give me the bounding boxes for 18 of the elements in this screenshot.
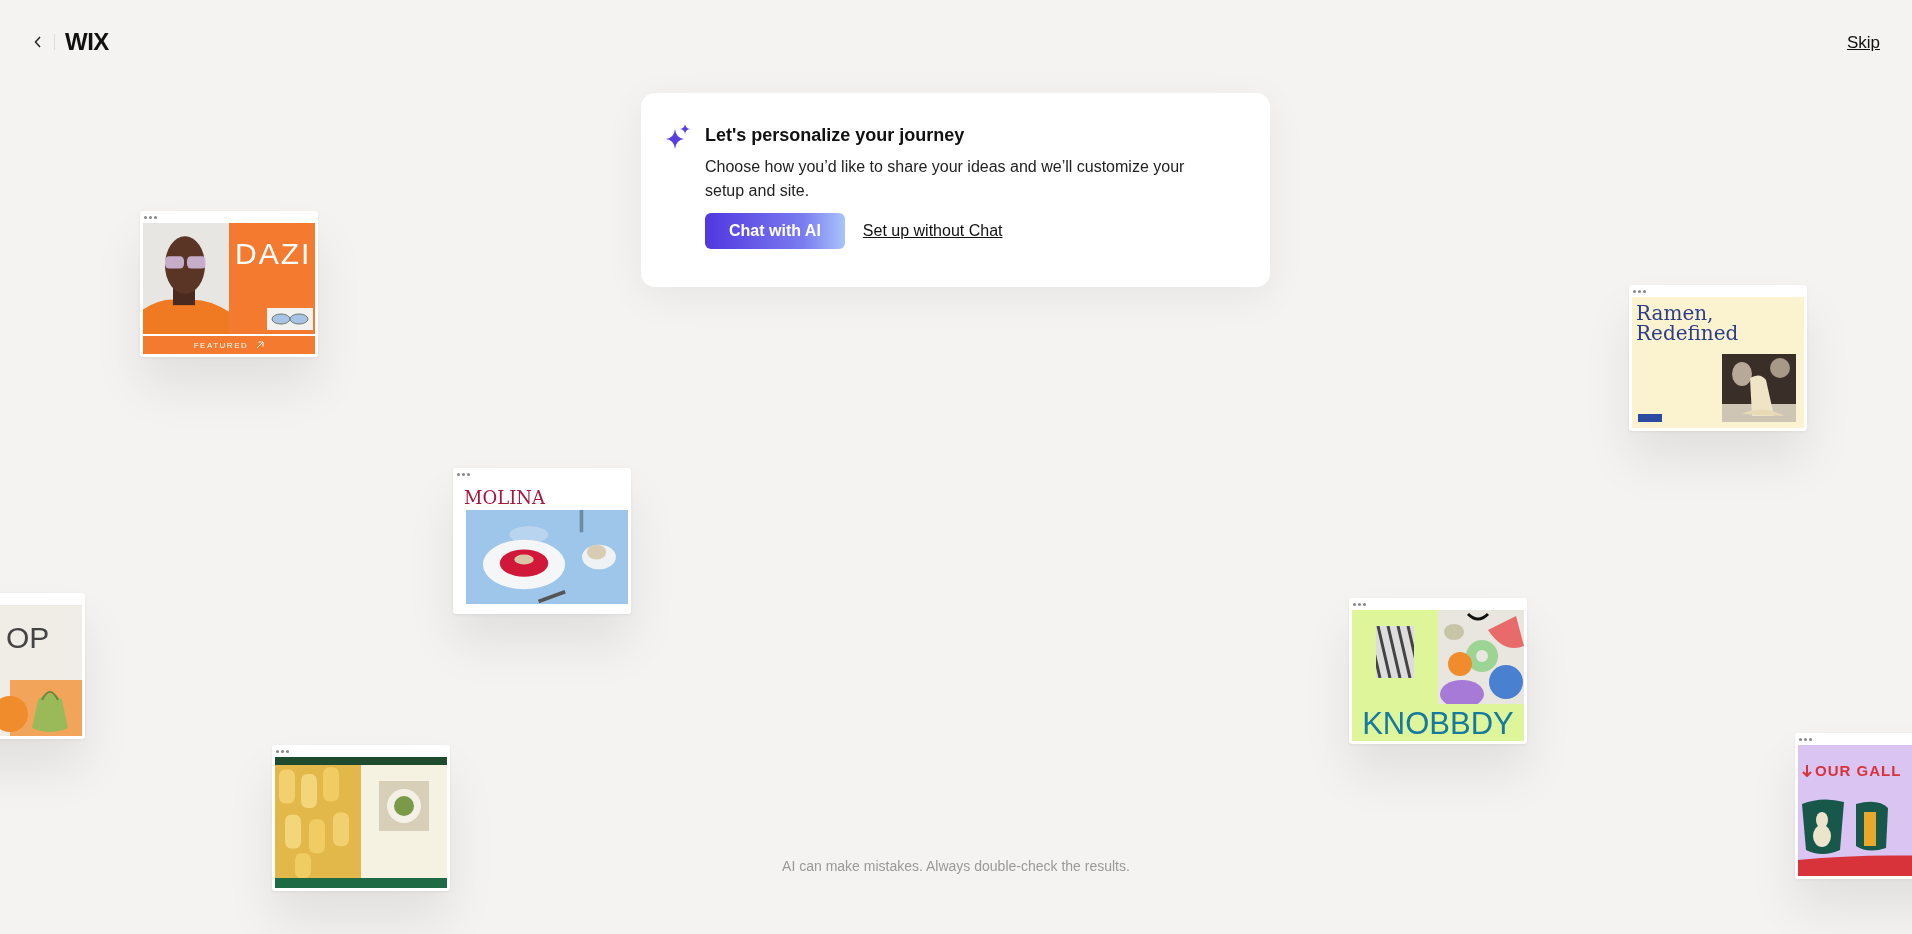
template-title: OUR GALL (1815, 763, 1902, 778)
chat-with-ai-button[interactable]: Chat with AI (705, 213, 845, 249)
template-title: Ramen, Redefined (1636, 303, 1740, 343)
template-title: KNOBBDY (1361, 707, 1515, 741)
sparkle-icon (665, 124, 691, 150)
arrow-down-icon (1802, 764, 1812, 777)
template-title: DAZI (235, 239, 312, 269)
dialog-title: Let's personalize your journey (705, 124, 966, 147)
disclaimer-text: AI can make mistakes. Always double-check the results. (782, 858, 1130, 874)
setup-without-chat-link[interactable]: Set up without Chat (862, 222, 1003, 240)
featured-label: FEATURED (193, 340, 249, 350)
template-title: OP (6, 623, 51, 653)
arrow-icon (256, 341, 265, 349)
dialog-text: Choose how you’d like to share your ideas and we’ll customize your setup and site. (705, 157, 1186, 201)
logo: WIX (65, 28, 109, 56)
back-icon[interactable] (32, 34, 44, 50)
template-title: MOLINA (464, 488, 547, 508)
skip-link[interactable]: Skip (1846, 33, 1880, 53)
